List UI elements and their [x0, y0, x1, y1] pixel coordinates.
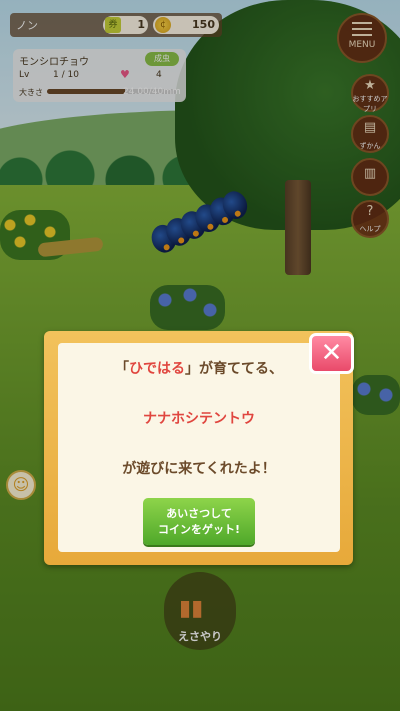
greet-button-line1: あいさつして: [166, 507, 232, 520]
visitor-owner-name: ひではる: [129, 361, 185, 377]
dialog-message-line1: 「ひではる」が育ててる、: [58, 358, 340, 378]
dialog-message-line3: が遊びに来てくれたよ！: [122, 461, 276, 477]
greet-button-line2: コインをゲット!: [157, 523, 241, 536]
visitor-species: ナナホシテントウ: [143, 411, 255, 427]
quote-open: 「: [115, 361, 129, 377]
dialog-message-rest: 」が育ててる、: [185, 361, 283, 377]
greet-get-coin-button[interactable]: あいさつして コインをゲット!: [143, 498, 255, 545]
